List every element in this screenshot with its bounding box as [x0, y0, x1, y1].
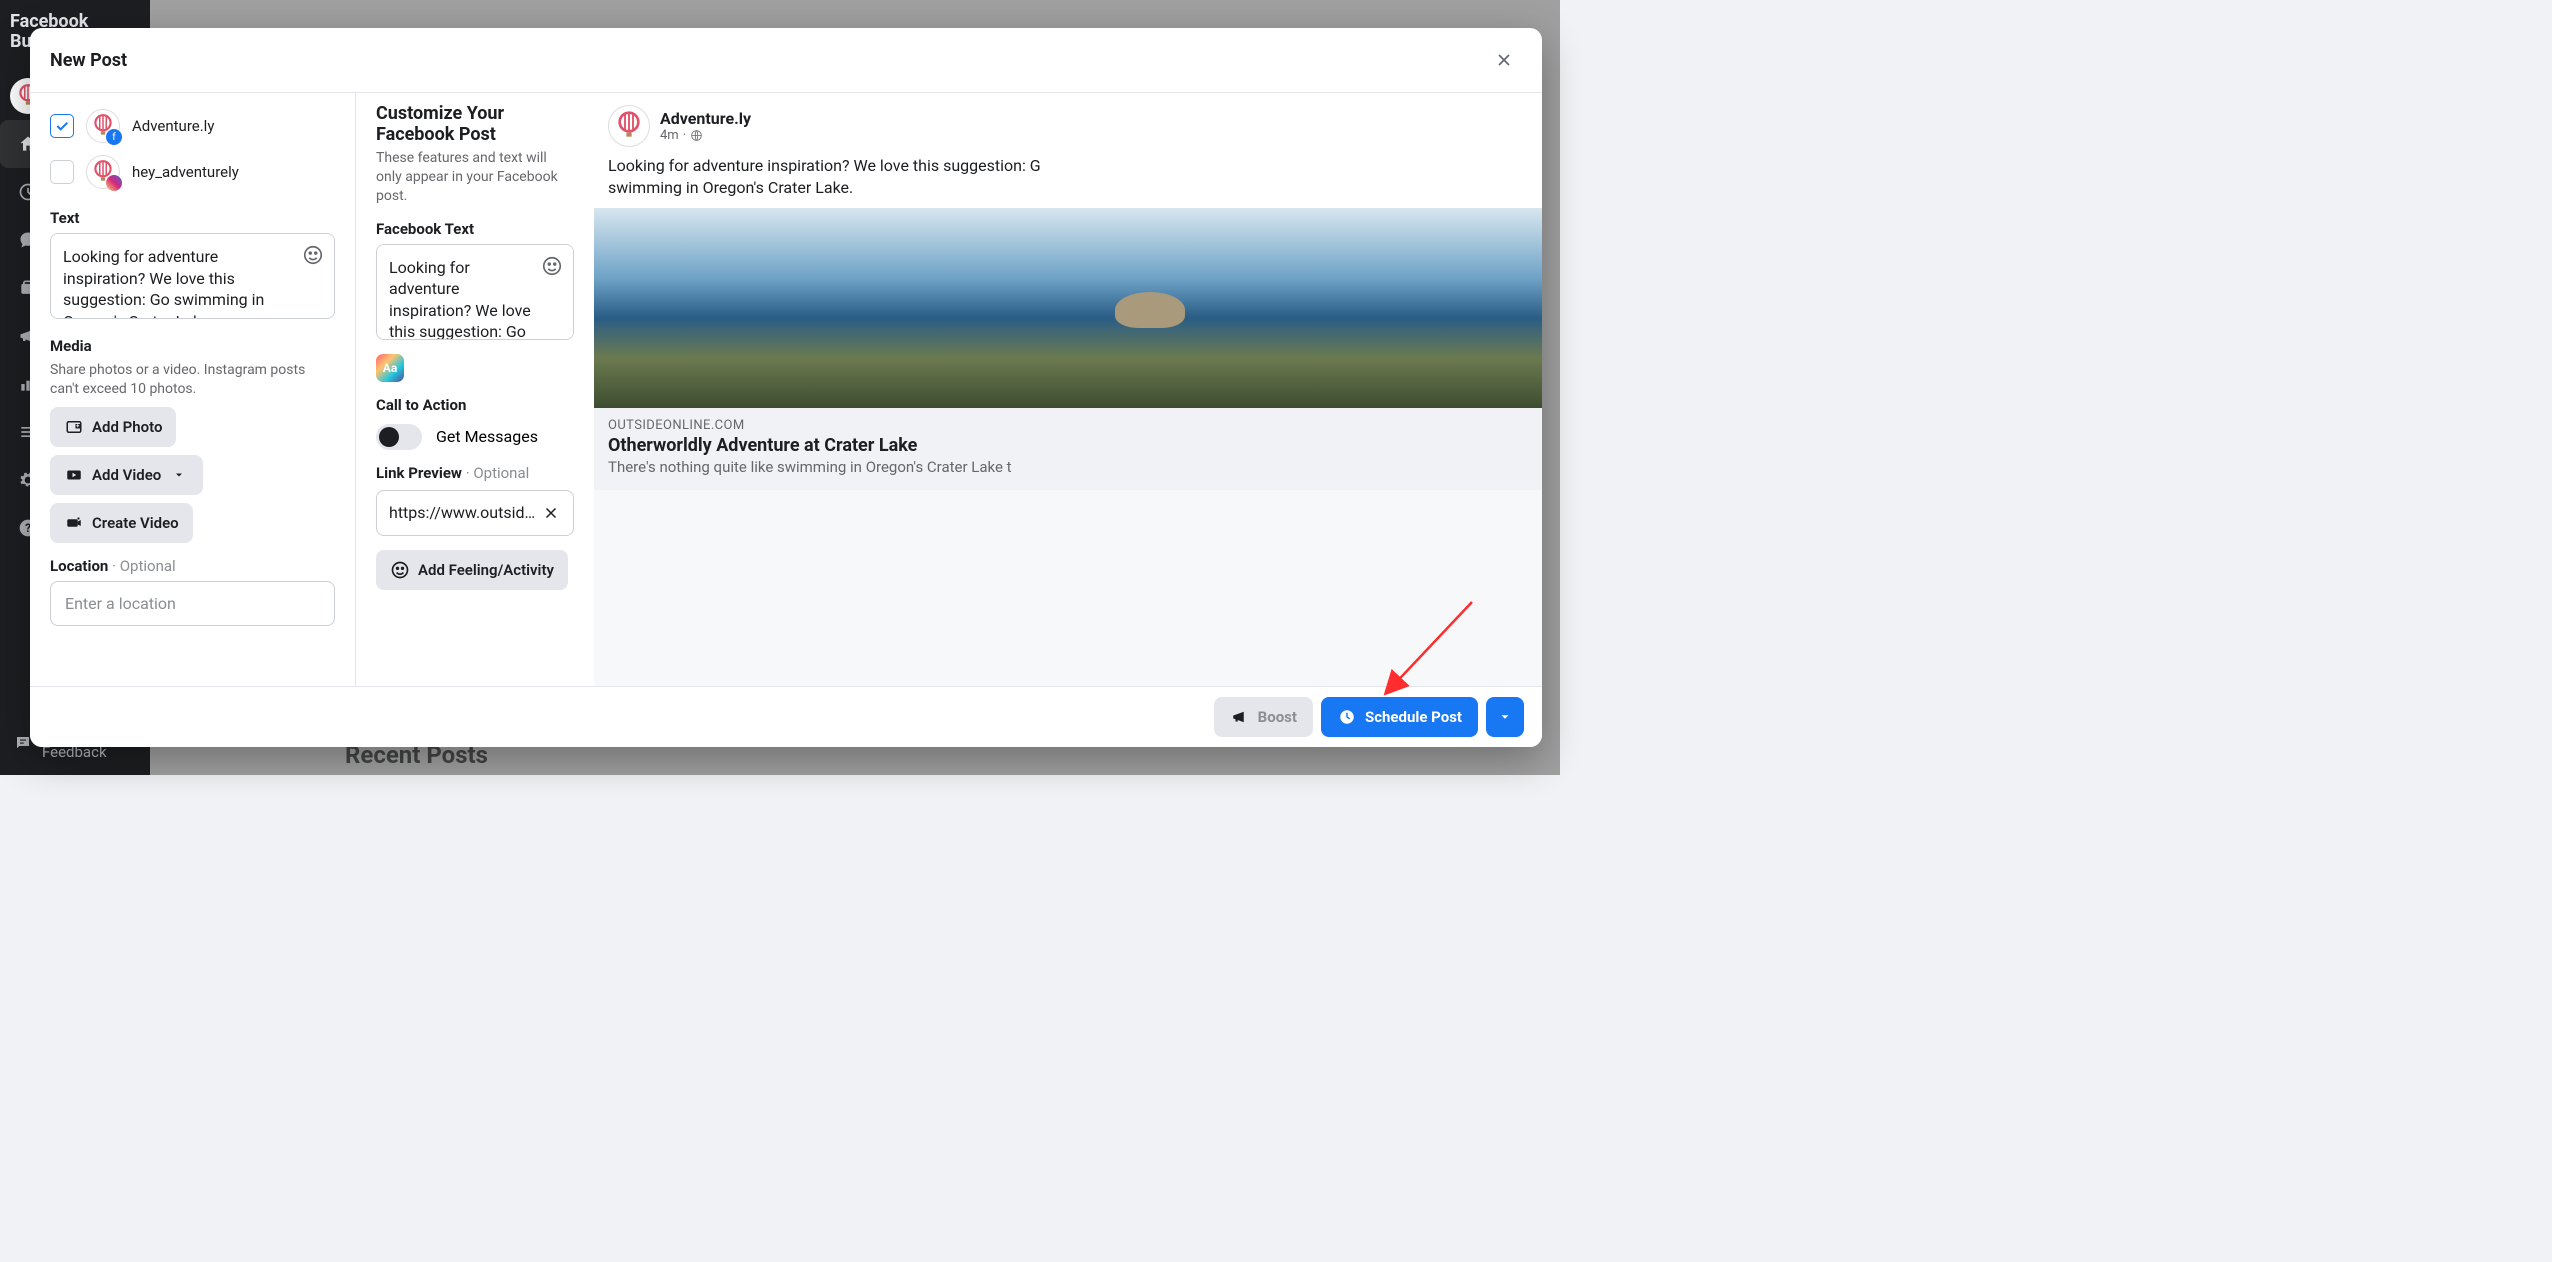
link-url: https://www.outsideonline.com/2421…	[389, 503, 539, 522]
preview-link-desc: There's nothing quite like swimming in O…	[608, 458, 1528, 476]
create-video-button[interactable]: Create Video	[50, 503, 193, 543]
checkbox-unchecked[interactable]	[50, 160, 74, 184]
add-photo-label: Add Photo	[92, 418, 162, 436]
photo-icon: +	[64, 417, 84, 437]
optional-tag: Optional	[473, 464, 529, 482]
megaphone-icon	[1230, 707, 1250, 727]
account-row-instagram[interactable]: hey_adventurely	[50, 149, 335, 195]
clear-link-button[interactable]	[539, 501, 563, 525]
account-name: Adventure.ly	[132, 117, 214, 135]
add-photo-button[interactable]: + Add Photo	[50, 407, 176, 447]
clock-icon	[1337, 707, 1357, 727]
preview-body: Looking for adventure inspiration? We lo…	[594, 155, 1542, 208]
link-preview-label: Link Preview · Optional	[376, 464, 574, 482]
video-create-icon	[64, 513, 84, 533]
emoji-button[interactable]	[540, 254, 564, 278]
add-feeling-button[interactable]: Add Feeling/Activity	[376, 550, 568, 590]
text-style-chip[interactable]: Aa	[376, 354, 404, 382]
location-input[interactable]	[50, 581, 335, 626]
get-messages-toggle[interactable]	[376, 424, 422, 450]
add-video-button[interactable]: Add Video	[50, 455, 203, 495]
instagram-badge-icon	[106, 175, 122, 191]
preview-author: Adventure.ly	[660, 109, 751, 128]
boost-label: Boost	[1258, 708, 1297, 726]
cta-label: Call to Action	[376, 396, 574, 414]
boost-button[interactable]: Boost	[1214, 697, 1313, 737]
smiley-icon	[541, 255, 563, 277]
optional-tag: Optional	[120, 557, 176, 575]
preview-card: Adventure.ly 4m · Looking for adventure …	[594, 93, 1542, 490]
preview-link-card[interactable]: OUTSIDEONLINE.COM Otherworldly Adventure…	[594, 408, 1542, 490]
preview-link-title: Otherworldly Adventure at Crater Lake	[608, 435, 1528, 456]
close-icon	[542, 504, 560, 522]
link-preview-label-text: Link Preview	[376, 464, 462, 482]
account-row-facebook[interactable]: f Adventure.ly	[50, 103, 335, 149]
chevron-down-icon	[1498, 710, 1512, 724]
modal-header: New Post	[30, 28, 1542, 93]
preview-pane: Adventure.ly 4m · Looking for adventure …	[594, 93, 1542, 686]
fb-text-label: Facebook Text	[376, 220, 574, 238]
preview-image	[594, 208, 1542, 408]
smiley-icon	[302, 244, 324, 266]
account-avatar	[86, 155, 120, 189]
preview-time: 4m	[660, 128, 679, 143]
compose-pane: f Adventure.ly hey_adventurely Text Med	[30, 93, 356, 686]
account-name: hey_adventurely	[132, 163, 239, 181]
smiley-icon	[390, 560, 410, 580]
location-label-text: Location	[50, 557, 108, 575]
link-preview-input[interactable]: https://www.outsideonline.com/2421…	[376, 490, 574, 536]
globe-icon	[690, 129, 703, 142]
create-video-label: Create Video	[92, 514, 179, 532]
modal-footer: Boost Schedule Post	[30, 686, 1542, 747]
get-messages-label: Get Messages	[436, 427, 538, 446]
customize-pane: Customize Your Facebook Post These featu…	[356, 93, 594, 686]
add-feeling-label: Add Feeling/Activity	[418, 561, 554, 579]
preview-meta: 4m ·	[660, 128, 751, 143]
customize-heading: Customize Your Facebook Post	[376, 103, 574, 145]
close-button[interactable]	[1486, 42, 1522, 78]
schedule-post-label: Schedule Post	[1365, 708, 1462, 726]
location-label: Location · Optional	[50, 557, 335, 575]
customize-sub: These features and text will only appear…	[376, 149, 574, 206]
media-sublabel: Share photos or a video. Instagram posts…	[50, 361, 335, 399]
new-post-modal: New Post f Adventure.ly	[30, 28, 1542, 747]
video-icon	[64, 465, 84, 485]
close-icon	[1494, 50, 1514, 70]
emoji-button[interactable]	[301, 243, 325, 267]
schedule-post-button[interactable]: Schedule Post	[1321, 697, 1478, 737]
post-text-input[interactable]	[50, 233, 335, 319]
media-label: Media	[50, 337, 335, 355]
account-avatar: f	[86, 109, 120, 143]
add-video-label: Add Video	[92, 466, 161, 484]
preview-avatar	[608, 105, 650, 147]
facebook-badge-icon: f	[106, 129, 122, 145]
modal-title: New Post	[50, 50, 127, 71]
chevron-down-icon	[169, 465, 189, 485]
preview-link-domain: OUTSIDEONLINE.COM	[608, 418, 1528, 433]
text-label: Text	[50, 209, 335, 227]
checkbox-checked[interactable]	[50, 114, 74, 138]
schedule-dropdown-button[interactable]	[1486, 697, 1524, 737]
